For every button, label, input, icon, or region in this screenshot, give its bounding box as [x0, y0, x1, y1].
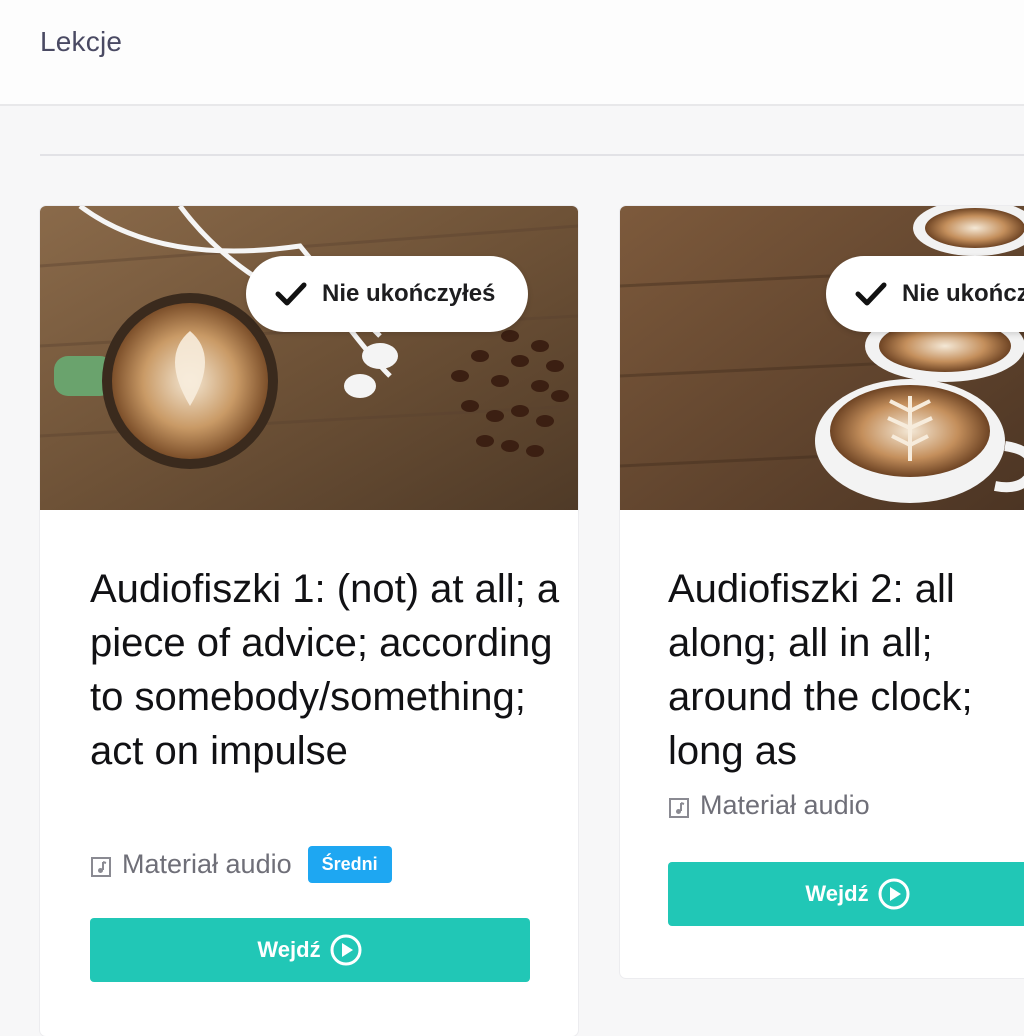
- lesson-image: Nie ukończ: [620, 206, 1024, 510]
- play-circle-icon: [877, 877, 911, 911]
- level-badge: Średni: [307, 846, 392, 883]
- status-badge: Nie ukończyłeś: [246, 256, 528, 332]
- lesson-card: Nie ukończ Audiofiszki 2: all along; all…: [620, 206, 1024, 978]
- lesson-card: Nie ukończyłeś Audiofiszki 1: (not) at a…: [40, 206, 578, 1036]
- enter-button[interactable]: Wejdź: [668, 862, 1024, 926]
- lesson-meta: Materiał audio: [668, 790, 870, 821]
- material-type: Materiał audio: [700, 790, 870, 820]
- status-text: Nie ukończyłeś: [322, 280, 496, 307]
- lesson-title: Audiofiszki 2: all along; all in all; ar…: [668, 567, 973, 773]
- page-title: Lekcje: [40, 26, 123, 57]
- divider: [40, 154, 1024, 156]
- enter-button-label: Wejdź: [257, 937, 321, 962]
- music-note-icon: [90, 854, 112, 877]
- lesson-title: Audiofiszki 1: (not) at all; a piece of …: [90, 567, 560, 773]
- enter-button-label: Wejdź: [805, 881, 869, 906]
- play-circle-icon: [329, 933, 363, 967]
- lesson-meta: Materiał audio Średni: [90, 846, 392, 883]
- status-badge: Nie ukończ: [826, 256, 1024, 332]
- music-note-icon: [668, 795, 690, 818]
- check-icon: [274, 279, 308, 309]
- status-text: Nie ukończ: [902, 280, 1024, 307]
- material-type: Materiał audio: [122, 849, 292, 879]
- check-icon: [854, 279, 888, 309]
- top-bar: Lekcje: [0, 0, 1024, 106]
- lesson-image: Nie ukończyłeś: [40, 206, 578, 510]
- enter-button[interactable]: Wejdź: [90, 918, 530, 982]
